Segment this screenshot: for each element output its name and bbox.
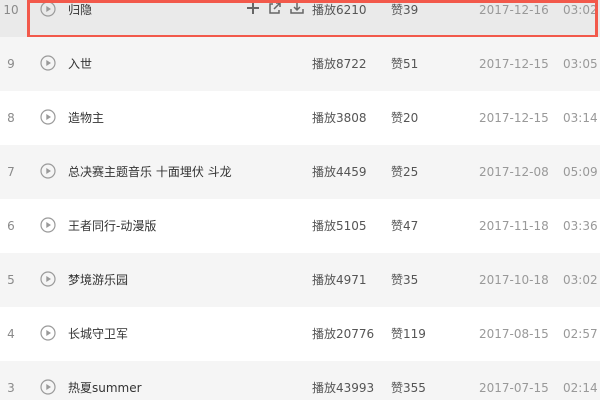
- track-row[interactable]: 9 入世 播放8722 赞51 2017-12-15 03:05: [0, 37, 600, 91]
- track-list: 10 归隐 播放6210 赞39 2017-12-16 03:02 9 入世 播: [0, 0, 600, 400]
- track-title[interactable]: 热夏summer: [68, 361, 142, 400]
- release-date: 2017-07-15: [479, 381, 549, 395]
- track-row[interactable]: 3 热夏summer 播放43993 赞355 2017-07-15 02:14: [0, 361, 600, 400]
- play-icon[interactable]: [40, 163, 56, 179]
- duration: 02:57: [563, 327, 598, 341]
- play-icon[interactable]: [40, 379, 56, 395]
- duration: 02:14: [563, 381, 598, 395]
- release-date: 2017-12-15: [479, 111, 549, 125]
- duration: 03:36: [563, 219, 598, 233]
- track-title[interactable]: 王者同行-动漫版: [68, 199, 156, 253]
- track-row[interactable]: 10 归隐 播放6210 赞39 2017-12-16 03:02: [0, 0, 600, 38]
- play-count: 播放20776: [312, 327, 375, 341]
- release-date: 2017-10-18: [479, 273, 549, 287]
- like-count: 赞35: [391, 273, 419, 287]
- play-count: 播放43993: [312, 381, 375, 395]
- like-count: 赞20: [391, 111, 419, 125]
- play-count: 播放4459: [312, 165, 367, 179]
- track-number: 4: [7, 327, 15, 341]
- track-title[interactable]: 总决赛主题音乐 十面埋伏 斗龙: [68, 145, 232, 199]
- track-title[interactable]: 归隐: [68, 0, 92, 37]
- duration: 03:02: [563, 3, 598, 17]
- track-title[interactable]: 梦境游乐园: [68, 253, 128, 307]
- track-title[interactable]: 入世: [68, 37, 92, 91]
- play-icon[interactable]: [40, 109, 56, 125]
- track-number: 9: [7, 57, 15, 71]
- release-date: 2017-11-18: [479, 219, 549, 233]
- play-icon[interactable]: [40, 217, 56, 233]
- track-number: 5: [7, 273, 15, 287]
- release-date: 2017-08-15: [479, 327, 549, 341]
- release-date: 2017-12-15: [479, 57, 549, 71]
- duration: 03:05: [563, 57, 598, 71]
- track-number: 8: [7, 111, 15, 125]
- track-row[interactable]: 7 总决赛主题音乐 十面埋伏 斗龙 播放4459 赞25 2017-12-08 …: [0, 145, 600, 199]
- track-number: 6: [7, 219, 15, 233]
- release-date: 2017-12-08: [479, 165, 549, 179]
- like-count: 赞51: [391, 57, 419, 71]
- like-count: 赞355: [391, 381, 426, 395]
- like-count: 赞25: [391, 165, 419, 179]
- duration: 03:02: [563, 273, 598, 287]
- download-icon[interactable]: [290, 1, 304, 19]
- track-title[interactable]: 造物主: [68, 91, 104, 145]
- play-icon[interactable]: [40, 271, 56, 287]
- track-number: 7: [7, 165, 15, 179]
- play-count: 播放6210: [312, 3, 367, 17]
- like-count: 赞119: [391, 327, 426, 341]
- release-date: 2017-12-16: [479, 3, 549, 17]
- track-row[interactable]: 6 王者同行-动漫版 播放5105 赞47 2017-11-18 03:36: [0, 199, 600, 253]
- like-count: 赞47: [391, 219, 419, 233]
- play-icon[interactable]: [40, 1, 56, 17]
- track-number: 10: [3, 3, 19, 17]
- play-count: 播放4971: [312, 273, 367, 287]
- add-icon[interactable]: [246, 1, 260, 19]
- play-icon[interactable]: [40, 55, 56, 71]
- duration: 03:14: [563, 111, 598, 125]
- play-icon[interactable]: [40, 325, 56, 341]
- duration: 05:09: [563, 165, 598, 179]
- share-icon[interactable]: [268, 1, 282, 19]
- track-title[interactable]: 长城守卫军: [68, 307, 128, 361]
- play-count: 播放3808: [312, 111, 367, 125]
- track-number: 3: [7, 381, 15, 395]
- track-row[interactable]: 5 梦境游乐园 播放4971 赞35 2017-10-18 03:02: [0, 253, 600, 307]
- play-count: 播放8722: [312, 57, 367, 71]
- play-count: 播放5105: [312, 219, 367, 233]
- track-row[interactable]: 8 造物主 播放3808 赞20 2017-12-15 03:14: [0, 91, 600, 145]
- like-count: 赞39: [391, 3, 419, 17]
- row-actions: [246, 1, 304, 19]
- track-row[interactable]: 4 长城守卫军 播放20776 赞119 2017-08-15 02:57: [0, 307, 600, 361]
